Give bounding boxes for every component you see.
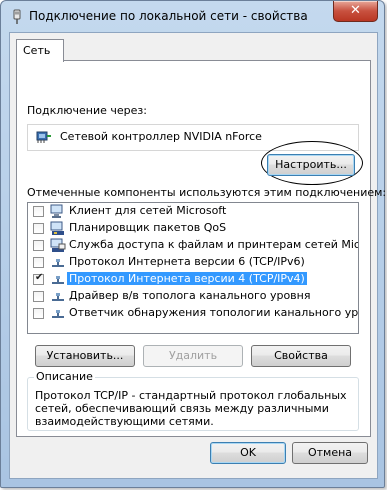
description-title: Описание [34,370,95,383]
component-checkbox[interactable] [33,257,44,268]
close-icon: ✕ [350,3,361,18]
adapter-name: Сетевой контроллер NVIDIA nForce [60,130,262,143]
description-text: Протокол TCP/IP - стандартный протокол г… [35,389,353,428]
protocol-icon [52,310,64,318]
service-icon [50,238,66,252]
protocol-icon [52,293,64,301]
list-item-selected[interactable]: Протокол Интернета версии 4 (TCP/IPv4) [28,271,358,288]
network-connection-icon [13,9,21,24]
list-item[interactable]: Ответчик обнаружения топологии канальног… [28,305,358,322]
properties-button[interactable]: Свойства [251,345,351,367]
list-item[interactable]: Планировщик пакетов QoS [28,220,358,237]
properties-dialog: Подключение по локальной сети - свойства… [0,0,386,488]
install-button[interactable]: Установить... [35,345,135,367]
client-icon [50,204,63,218]
protocol-icon [52,276,64,284]
uninstall-button[interactable]: Удалить [143,345,243,367]
component-label: Ответчик обнаружения топологии канальног… [69,306,359,319]
component-label: Служба доступа к файлам и принтерам сете… [69,238,359,251]
component-label: Клиент для сетей Microsoft [69,204,227,217]
description-line: Протокол TCP/IP - стандартный протокол г… [35,389,347,402]
component-checkbox-checked[interactable] [33,272,44,285]
description-line: взаимодействующими сетями. [35,415,214,428]
tab-network[interactable]: Сеть [16,39,64,62]
tab-panel-network: Подключение через: Сетевой контроллер NV… [16,60,386,437]
ok-button[interactable]: OK [210,442,286,464]
window-title: Подключение по локальной сети - свойства [29,9,308,23]
list-item[interactable]: Клиент для сетей Microsoft [28,203,358,220]
cancel-button[interactable]: Отмена [292,442,368,464]
component-checkbox[interactable] [33,291,44,302]
list-item[interactable]: Протокол Интернета версии 6 (TCP/IPv6) [28,254,358,271]
description-line: сетей, обеспечивающий связь между различ… [35,402,329,415]
component-checkbox[interactable] [33,308,44,319]
component-label: Драйвер в/в тополога канального уровня [69,289,311,302]
protocol-icon [52,259,64,267]
dialog-body: Сеть Подключение через: Сетевой контролл… [9,32,386,479]
component-label: Протокол Интернета версии 4 (TCP/IPv4) [67,272,307,285]
network-adapter-icon [36,131,51,143]
tab-network-label: Сеть [23,44,51,57]
list-item[interactable]: Драйвер в/в тополога канального уровня [28,288,358,305]
components-list[interactable]: Клиент для сетей Microsoft Планировщик п… [27,202,359,334]
title-bar[interactable]: Подключение по локальной сети - свойства… [1,1,384,33]
list-item[interactable]: Служба доступа к файлам и принтерам сете… [28,237,358,254]
component-checkbox[interactable] [33,206,44,217]
connect-using-label: Подключение через: [27,104,147,117]
components-label: Отмеченные компоненты используются этим … [27,186,387,199]
configure-button[interactable]: Настроить... [267,154,355,176]
component-label: Планировщик пакетов QoS [69,221,227,234]
close-button[interactable]: ✕ [333,1,378,22]
qos-icon [50,221,64,235]
component-checkbox[interactable] [33,223,44,234]
component-label: Протокол Интернета версии 6 (TCP/IPv6) [69,255,305,268]
component-checkbox[interactable] [33,240,44,251]
